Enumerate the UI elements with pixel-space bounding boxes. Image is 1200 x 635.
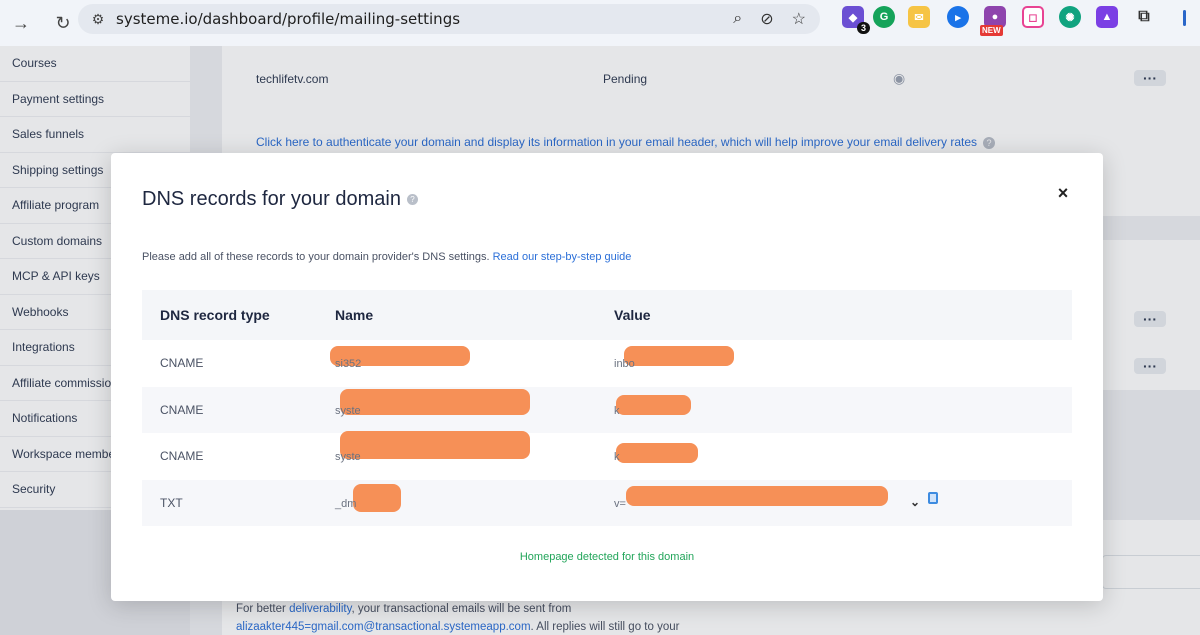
redacted-value	[616, 443, 698, 464]
puzzle-extensions-icon[interactable]: ⧉	[1133, 6, 1155, 28]
table-header: DNS record type Name Value	[142, 290, 1072, 340]
intro-text: Please add all of these records to your …	[142, 251, 493, 263]
title-help-icon[interactable]: ?	[406, 194, 418, 206]
record-type: CNAME	[160, 402, 204, 417]
table-row: CNAME syste k	[142, 386, 1072, 433]
extension-icon[interactable]: ◆ 3	[842, 6, 870, 34]
table-row: CNAME syste k	[142, 431, 1072, 480]
record-type: CNAME	[160, 449, 204, 464]
copy-icon[interactable]	[928, 491, 938, 504]
bookmark-star-icon[interactable]: ☆	[792, 9, 806, 29]
zoom-icon[interactable]: ⌕	[733, 10, 742, 28]
cat-extension-icon[interactable]: ▲	[1096, 6, 1118, 28]
reload-icon[interactable]: ↻	[50, 10, 76, 36]
extension-badge: 3	[856, 22, 870, 34]
record-name[interactable]: syste	[335, 405, 361, 417]
redacted-value	[616, 394, 691, 415]
table-row: CNAME si352 inbo	[142, 340, 1072, 387]
site-settings-icon[interactable]: ⚙	[84, 11, 112, 28]
address-bar[interactable]: ⚙ systeme.io/dashboard/profile/mailing-s…	[78, 4, 820, 34]
chevron-down-icon[interactable]: ⌄	[910, 495, 920, 509]
record-value[interactable]: inbo	[614, 358, 635, 370]
column-header-type: DNS record type	[160, 307, 270, 323]
record-name[interactable]: _dm	[335, 498, 356, 510]
dns-records-modal: DNS records for your domain? × Please ad…	[111, 153, 1103, 601]
redacted-value	[626, 485, 888, 506]
dns-records-table: DNS record type Name Value CNAME si352 i…	[142, 290, 1072, 526]
grammarly-icon[interactable]: G	[873, 6, 895, 28]
homepage-detected-status: Homepage detected for this domain	[519, 551, 695, 563]
eye-off-icon[interactable]: ⊘	[760, 9, 773, 29]
modal-title-text: DNS records for your domain	[142, 188, 401, 210]
column-header-name: Name	[335, 307, 374, 323]
profile-indicator[interactable]	[1183, 10, 1186, 26]
record-type: CNAME	[160, 356, 204, 371]
redacted-name	[340, 388, 530, 415]
step-by-step-guide-link[interactable]: Read our step-by-step guide	[493, 251, 632, 263]
record-type: TXT	[160, 495, 183, 510]
column-header-value: Value	[614, 307, 651, 323]
redacted-value	[624, 346, 734, 367]
close-icon[interactable]: ×	[1055, 184, 1071, 202]
modal-intro: Please add all of these records to your …	[142, 251, 631, 263]
record-value[interactable]: k	[614, 405, 620, 417]
chatgpt-extension-icon[interactable]: ✺	[1059, 6, 1081, 28]
url-text: systeme.io/dashboard/profile/mailing-set…	[116, 10, 461, 28]
meet-extension-icon[interactable]: ▸	[947, 6, 969, 28]
redacted-name	[353, 483, 401, 512]
record-value[interactable]: k	[614, 451, 620, 463]
new-badge: NEW	[980, 25, 1003, 36]
record-value[interactable]: v=	[614, 498, 626, 510]
mail-extension-icon[interactable]: ✉	[908, 6, 930, 28]
browser-toolbar: → ↻ ⚙ systeme.io/dashboard/profile/maili…	[0, 0, 1200, 46]
new-extension-icon[interactable]: ● NEW	[980, 6, 1006, 36]
forward-icon[interactable]: →	[8, 10, 34, 36]
redacted-name	[340, 431, 530, 460]
table-row: TXT _dm v= ⌄	[142, 479, 1072, 526]
record-name[interactable]: si352	[335, 358, 361, 370]
modal-title: DNS records for your domain?	[142, 188, 418, 211]
record-name[interactable]: syste	[335, 451, 361, 463]
pink-extension-icon[interactable]: ◻	[1022, 6, 1044, 28]
